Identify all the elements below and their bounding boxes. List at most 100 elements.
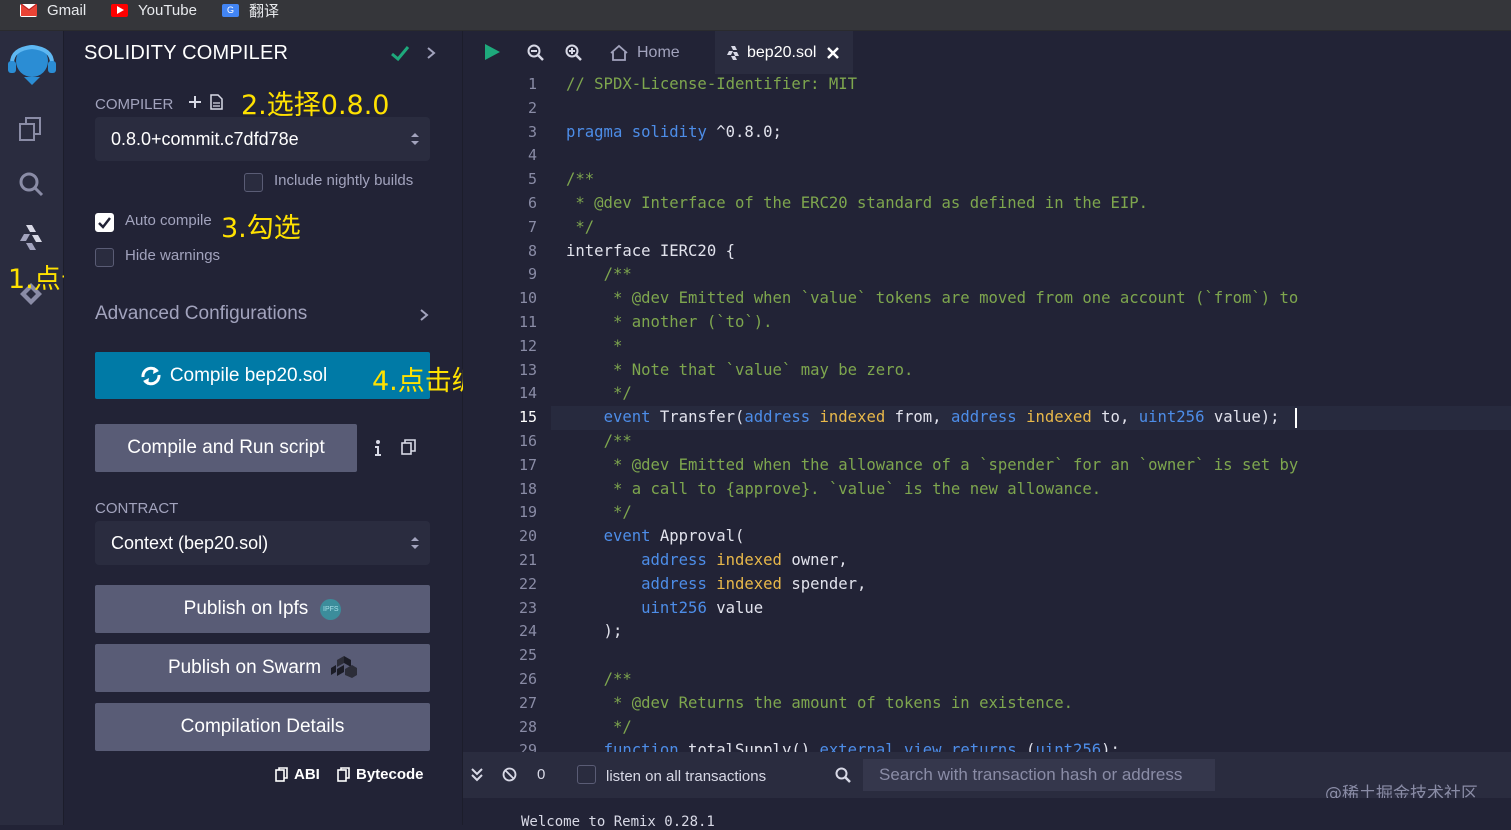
code-line: ); <box>566 622 623 641</box>
line-number: 1 <box>527 75 537 93</box>
code-line: * @dev Emitted when the allowance of a `… <box>566 455 1299 474</box>
code-line: * <box>566 336 623 355</box>
compiler-panel: SOLIDITY COMPILER COMPILER 2.选择0.8.0 0.8… <box>64 31 506 825</box>
code-line: * another (`to`). <box>566 313 773 331</box>
publish-swarm-button[interactable]: Publish on Swarm <box>95 644 430 692</box>
search-icon <box>835 767 851 788</box>
tab-bep20[interactable]: bep20.sol <box>715 31 853 74</box>
file-explorer-icon[interactable] <box>17 115 45 143</box>
code-line: * @dev Interface of the ERC20 standard a… <box>566 194 1149 212</box>
tab-home[interactable]: Home <box>609 31 680 74</box>
select-arrows-icon <box>410 535 420 551</box>
chevron-right-icon[interactable] <box>426 46 436 65</box>
compile-run-script-button[interactable]: Compile and Run script <box>95 424 357 472</box>
code-line: event Approval( <box>603 527 745 546</box>
add-compiler-icon[interactable] <box>188 95 202 114</box>
nightly-label: Include nightly builds <box>274 172 414 189</box>
info-icon[interactable] <box>374 439 382 462</box>
line-number: 13 <box>518 360 537 379</box>
line-number: 25 <box>518 646 537 665</box>
line-number: 4 <box>527 146 537 165</box>
code-line: interface IERC20 { <box>566 241 735 260</box>
code-line: address indexed spender, <box>641 574 867 593</box>
zoom-in-icon[interactable] <box>565 44 582 66</box>
line-number: 28 <box>518 717 537 736</box>
code-line: * Note that `value` may be zero. <box>566 360 914 379</box>
copy-icon[interactable] <box>401 439 416 460</box>
editor-tabs: Home bep20.sol <box>463 31 1511 74</box>
publish-ipfs-label: Publish on Ipfs <box>183 598 309 619</box>
auto-compile-label: Auto compile <box>125 212 212 229</box>
code-line: */ <box>566 217 595 236</box>
gmail-icon <box>20 3 37 17</box>
line-number: 17 <box>518 455 537 474</box>
publish-swarm-label: Publish on Swarm <box>167 657 322 678</box>
line-number: 5 <box>527 170 537 189</box>
abi-copy-button[interactable]: ABI <box>275 766 320 783</box>
code-line: */ <box>566 503 632 522</box>
line-number: 19 <box>518 503 537 522</box>
code-editor[interactable]: 1 2 3 4 5 6 7 8 9 10 11 12 13 14 15 16 17 18 19 20 21 22 23 24 2… <box>463 74 1511 752</box>
home-icon <box>610 44 628 61</box>
bookmark-youtube[interactable]: YouTube <box>111 0 197 20</box>
compilation-details-button[interactable]: Compilation Details <box>95 703 430 751</box>
auto-compile-checkbox[interactable] <box>95 213 114 232</box>
code-line: address indexed owner, <box>641 551 848 569</box>
zoom-out-icon[interactable] <box>527 44 544 66</box>
code-line: * @dev Emitted when `value` tokens are m… <box>566 289 1299 308</box>
annotation-step3: 3.勾选 <box>221 213 301 244</box>
bookmark-gmail[interactable]: Gmail <box>20 0 86 20</box>
check-icon <box>390 44 410 67</box>
tx-search-input[interactable] <box>863 759 1215 791</box>
line-number: 21 <box>518 551 537 569</box>
publish-ipfs-button[interactable]: Publish on Ipfs IPFS <box>95 585 430 633</box>
code-line: pragma solidity ^0.8.0; <box>566 122 782 141</box>
compiler-version-select[interactable]: 0.8.0+commit.c7dfd78e <box>95 117 430 161</box>
clear-console-icon[interactable] <box>502 767 517 787</box>
nightly-checkbox[interactable] <box>244 173 263 192</box>
refresh-icon <box>138 365 164 387</box>
bytecode-copy-button[interactable]: Bytecode <box>337 766 424 783</box>
code-line: uint256 value <box>641 598 764 617</box>
copy-icon <box>337 767 350 782</box>
line-number: 9 <box>527 265 537 284</box>
line-number: 22 <box>518 574 537 593</box>
run-icon[interactable] <box>483 43 501 66</box>
solidity-compiler-icon[interactable] <box>17 224 45 252</box>
terminal[interactable]: Welcome to Remix 0.28.1 <box>463 798 1511 830</box>
solidity-file-icon <box>727 45 739 60</box>
compiler-version-value: 0.8.0+commit.c7dfd78e <box>111 128 299 149</box>
tab-file-label: bep20.sol <box>747 43 817 61</box>
ipfs-icon: IPFS <box>320 598 342 620</box>
listen-all-checkbox[interactable] <box>577 765 596 784</box>
bookmark-translate[interactable]: G 翻译 <box>222 0 279 20</box>
chevron-right-icon[interactable] <box>419 308 429 327</box>
remix-logo-icon[interactable] <box>6 41 58 87</box>
line-number: 27 <box>518 693 537 712</box>
code-line: function totalSupply() external view ret… <box>603 741 1120 752</box>
code-line: // SPDX-License-Identifier: MIT <box>566 75 858 93</box>
line-number: 12 <box>518 336 537 355</box>
line-number: 18 <box>518 479 537 498</box>
file-icon[interactable] <box>210 94 223 115</box>
code-line: */ <box>566 717 632 736</box>
swarm-icon <box>331 656 358 680</box>
compiler-label: COMPILER <box>95 96 174 113</box>
close-icon[interactable] <box>826 46 840 60</box>
panel-title: SOLIDITY COMPILER <box>84 42 289 64</box>
compile-button-label: Compile bep20.sol <box>169 364 328 386</box>
hide-warnings-checkbox[interactable] <box>95 248 114 267</box>
code-line: /** <box>566 170 595 189</box>
contract-select[interactable]: Context (bep20.sol) <box>95 521 430 565</box>
translate-icon: G <box>222 3 239 17</box>
advanced-config-label[interactable]: Advanced Configurations <box>95 303 307 325</box>
line-number: 29 <box>518 741 537 752</box>
code-line: /** <box>603 432 632 450</box>
youtube-icon <box>111 3 128 17</box>
chevron-double-down-icon[interactable] <box>471 768 483 787</box>
checkmark-icon <box>98 217 111 229</box>
bytecode-label: Bytecode <box>356 766 424 783</box>
hide-warnings-label: Hide warnings <box>125 247 221 264</box>
search-icon[interactable] <box>17 170 45 198</box>
listen-label: listen on all transactions <box>606 768 767 785</box>
